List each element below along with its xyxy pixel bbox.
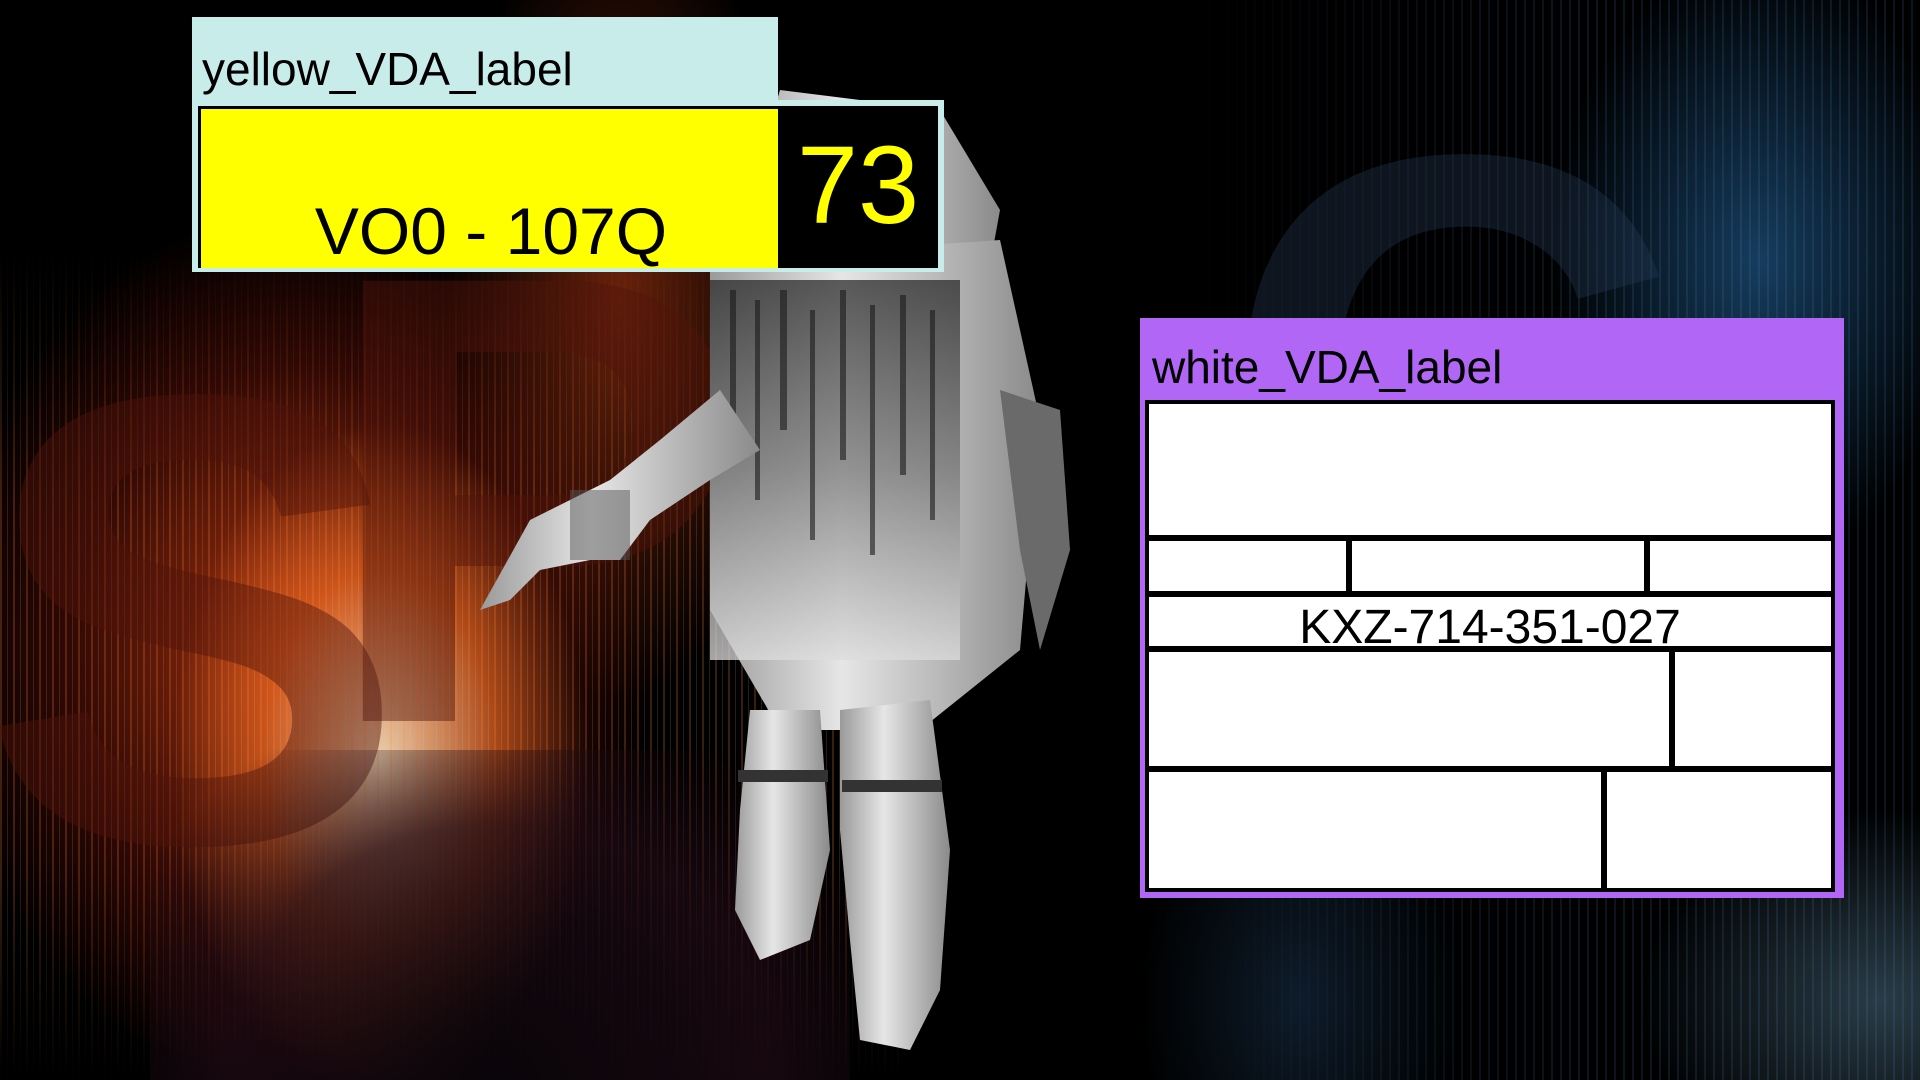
grid-line bbox=[1149, 766, 1831, 772]
grid-line bbox=[1644, 535, 1650, 591]
grid-line bbox=[1149, 591, 1831, 597]
grid-line bbox=[1669, 646, 1675, 766]
grid-line bbox=[1601, 766, 1607, 888]
grid-line bbox=[1149, 535, 1831, 541]
yellow-label-number-box: 73 bbox=[778, 106, 938, 268]
white-label-field: KXZ-714-351-027 bbox=[1145, 400, 1835, 892]
white-vda-label: KXZ-714-351-027 bbox=[1140, 398, 1844, 898]
white-label-header: white_VDA_label bbox=[1140, 318, 1844, 400]
grid-line bbox=[1346, 535, 1352, 591]
grid-line bbox=[1149, 646, 1831, 652]
yellow-label-code: VO0 - 107Q bbox=[314, 194, 668, 268]
yellow-vda-label: VO0 - 107Q 73 bbox=[192, 100, 944, 272]
white-label-title: white_VDA_label bbox=[1152, 341, 1503, 393]
yellow-label-field: VO0 - 107Q bbox=[198, 106, 778, 268]
yellow-label-number: 73 bbox=[796, 124, 920, 247]
yellow-label-header: yellow_VDA_label bbox=[192, 17, 778, 100]
yellow-label-title: yellow_VDA_label bbox=[202, 43, 573, 95]
